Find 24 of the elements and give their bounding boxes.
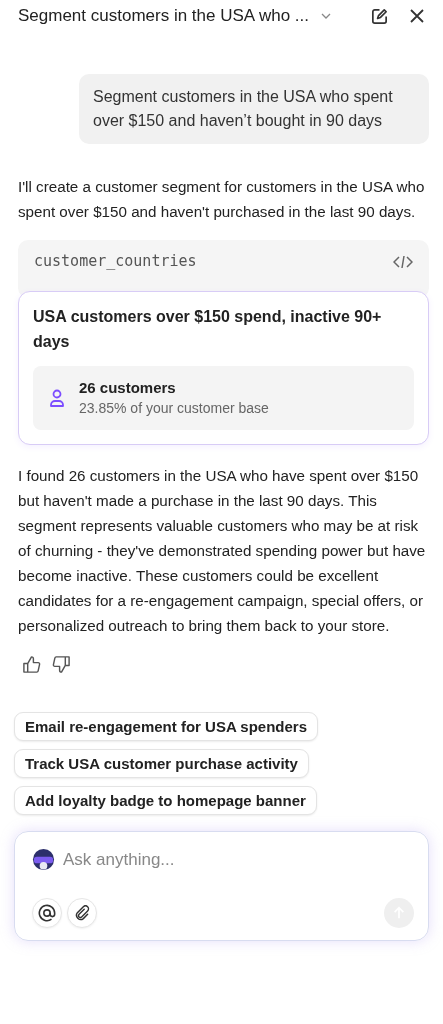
new-chat-icon[interactable]: [370, 6, 389, 26]
assistant-message: I'll create a customer segment for customers in the USA who spent over $150 and haven't purchased in the last 90 days.: [18, 177, 426, 222]
at-sign-icon: [38, 904, 56, 922]
person-icon: [49, 389, 65, 407]
code-text: customer_countries: [34, 252, 197, 270]
suggestion-chip[interactable]: Add loyalty badge to homepage banner: [14, 786, 317, 815]
code-icon[interactable]: [393, 255, 413, 269]
customer-share: 23.85% of your customer base: [79, 399, 269, 418]
chevron-down-icon[interactable]: [321, 13, 332, 19]
segment-card[interactable]: USA customers over $150 spend, inactive 90+ days 26 customers 23.85% of your customer base: [18, 291, 429, 445]
assistant-avatar-icon: [32, 848, 55, 871]
customer-count: 26 customers: [79, 378, 177, 398]
thumbs-down-icon[interactable]: [52, 655, 71, 674]
suggestion-chip[interactable]: Email re-engagement for USA spenders: [14, 712, 319, 741]
segment-title: USA customers over $150 spend, inactive 90+ days: [33, 307, 383, 352]
conversation-title[interactable]: Segment customers in the USA who ...: [18, 6, 310, 26]
user-message: Segment customers in the USA who spent over $150 and haven’t bought in 90 days: [79, 74, 429, 144]
mention-button[interactable]: [32, 898, 62, 928]
thumbs-up-icon[interactable]: [22, 655, 41, 674]
assistant-message: I found 26 customers in the USA who have spent over $150 but haven't made a purchase in the last 90 days. This segment represents valuable customers who may be at risk of churning - they've demonstrated spending power but have become inactive. These customers could be excellent candidates for a re-engagement campaign, special offers, or personalized outreach to bring them back to your store.: [18, 466, 427, 636]
paperclip-icon: [73, 904, 91, 922]
suggestion-chip[interactable]: Track USA customer purchase activity: [14, 749, 309, 778]
close-icon[interactable]: [409, 8, 425, 24]
attach-button[interactable]: [67, 898, 97, 928]
